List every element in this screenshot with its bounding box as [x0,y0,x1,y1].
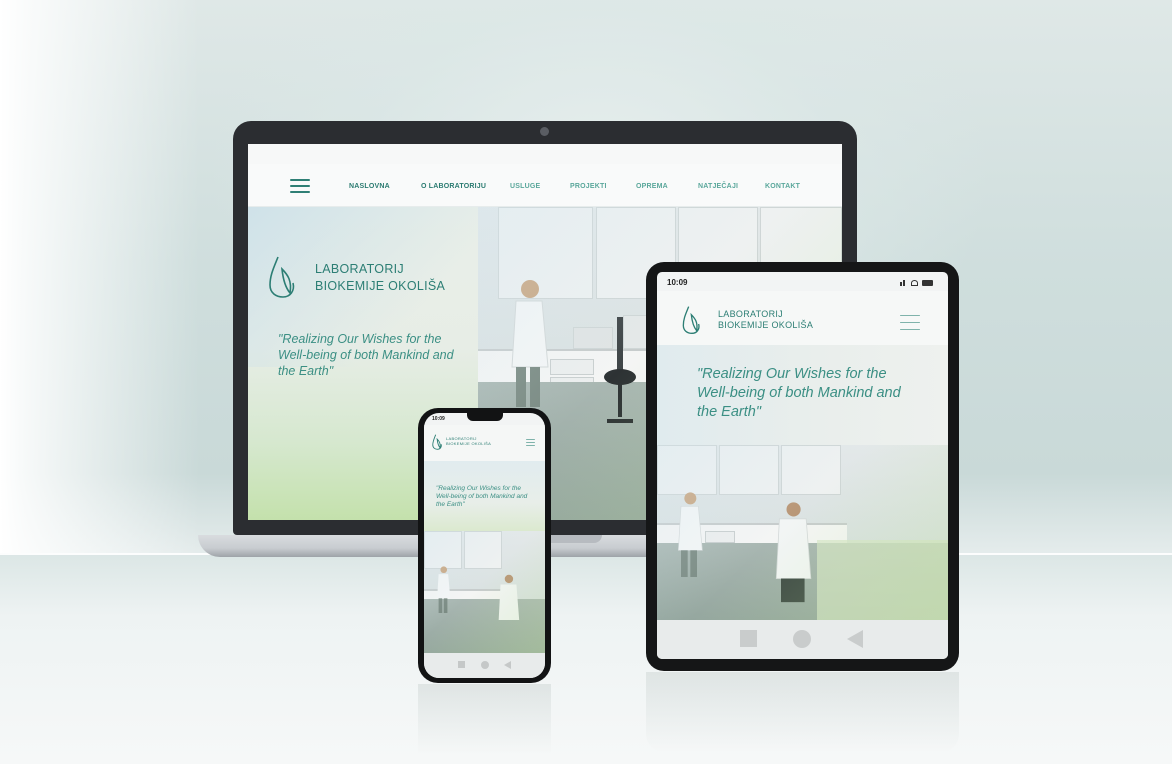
nav-item-natjecaji[interactable]: NATJEČAJI [698,183,738,190]
leaf-flask-logo [682,306,700,335]
leaf-flask-logo [432,434,442,450]
phone-brand-line-2: BIOKEMIJE OKOLIŠA [446,441,492,446]
hamburger-icon[interactable] [900,315,920,331]
leaf-flask-logo [269,256,295,298]
tablet-brand-line-1: LABORATORIJ [718,309,783,319]
phone-nav-bar [424,653,545,678]
desktop-nav-bar: NASLOVNA O LABORATORIJU USLUGE PROJEKTI … [248,164,842,207]
hamburger-icon[interactable] [290,179,310,193]
tablet-hero-slogan: "Realizing Our Wishes for the Well-being… [697,366,901,420]
tablet-header: LABORATORIJ BIOKEMIJE OKOLIŠA [657,291,948,345]
tablet-screen: 10:09 LABORATORIJ BIOKEMIJE OKOLIŠA "Rea… [657,272,948,659]
square-icon[interactable] [458,661,465,668]
phone-brand-name: LABORATORIJ BIOKEMIJE OKOLIŠA [446,436,491,446]
tablet-reflection [646,672,959,752]
square-icon[interactable] [740,630,757,647]
reflective-floor [0,553,1172,764]
browser-top-bar [248,144,842,164]
phone-reflection [418,684,551,754]
tablet-status-icons [900,279,934,287]
device-mockup-scene: NASLOVNA O LABORATORIJU USLUGE PROJEKTI … [0,0,1172,764]
nav-item-naslovna[interactable]: NASLOVNA [349,183,390,190]
phone-status-time: 10:09 [432,416,445,422]
tablet-brand-line-2: BIOKEMIJE OKOLIŠA [718,320,814,330]
phone-screen: 10:09 LABORATORIJ BIOKEMIJE OKOLIŠA "Rea… [424,413,545,678]
nav-item-kontakt[interactable]: KONTAKT [765,183,800,190]
tablet-lab-photo [657,445,948,620]
phone-header: LABORATORIJ BIOKEMIJE OKOLIŠA [424,425,545,461]
tablet-slogan-band: "Realizing Our Wishes for the Well-being… [657,345,948,445]
nav-item-o-laboratoriju[interactable]: O LABORATORIJU [421,183,486,190]
hamburger-icon[interactable] [526,439,535,446]
circle-icon[interactable] [793,630,811,648]
tablet-brand-name: LABORATORIJ BIOKEMIJE OKOLIŠA [718,309,813,331]
triangle-back-icon[interactable] [847,630,863,648]
tablet-status-time: 10:09 [667,278,688,287]
brand-line-1: LABORATORIJ [315,262,404,276]
phone-hero-slogan: "Realizing Our Wishes for the Well-being… [436,485,528,508]
tablet-nav-bar [657,620,948,659]
circle-icon[interactable] [481,661,489,669]
brand-name: LABORATORIJ BIOKEMIJE OKOLIŠA [315,261,445,295]
phone-lab-photo [424,531,545,653]
hero-slogan: "Realizing Our Wishes for the Well-being… [278,332,454,378]
nav-item-usluge[interactable]: USLUGE [510,183,540,190]
brand-line-2: BIOKEMIJE OKOLIŠA [315,279,446,293]
phone-notch [467,413,503,421]
triangle-back-icon[interactable] [504,661,511,669]
nav-item-projekti[interactable]: PROJEKTI [570,183,607,190]
nav-item-oprema[interactable]: OPREMA [636,183,668,190]
phone-slogan-band: "Realizing Our Wishes for the Well-being… [424,461,545,531]
laptop-camera [540,127,549,136]
